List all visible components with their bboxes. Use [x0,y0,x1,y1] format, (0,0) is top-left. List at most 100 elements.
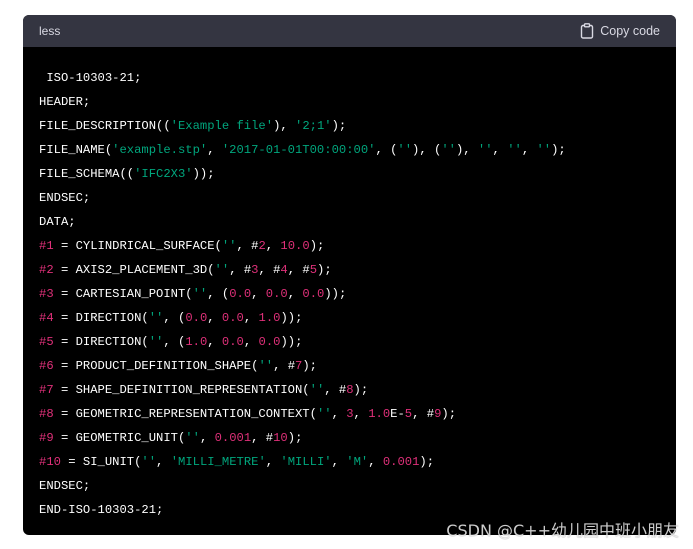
code-token: 0.0 [221,335,244,349]
code-token: '' [214,263,230,277]
code-token: = SI_UNIT( [60,455,142,469]
code-token: , # [258,263,281,277]
code-token: 0.001 [382,455,420,469]
code-token: #9 [39,431,54,445]
code-token: 1.0 [368,407,391,421]
code-token: 1.0 [185,335,208,349]
code-line: #5 = DIRECTION('', (1.0, 0.0, 0.0)); [39,330,660,354]
code-token: 0.0 [302,287,325,301]
code-token: = GEOMETRIC_UNIT( [53,431,186,445]
code-token: #2 [39,263,54,277]
code-token: , [251,287,266,301]
code-token: '' [397,143,413,157]
code-token: 10 [273,431,288,445]
code-token: #10 [39,455,61,469]
code-token: , [156,455,171,469]
code-line: #7 = SHAPE_DEFINITION_REPRESENTATION('',… [39,378,660,402]
code-token: 0.0 [229,287,252,301]
code-language-label: less [39,24,61,38]
code-token: '' [477,143,493,157]
code-token: ); [317,263,332,277]
code-token: '' [441,143,456,157]
code-token: 2 [258,239,266,253]
code-token: , [199,431,215,445]
code-line: #1 = CYLINDRICAL_SURFACE('', #2, 10.0); [39,234,660,258]
code-token: 0.0 [265,287,288,301]
code-token: '' [316,407,332,421]
code-token: ISO-10303-21; [39,71,142,85]
code-token: '' [507,143,522,157]
code-token: FILE_DESCRIPTION(( [39,119,171,133]
code-token: )); [324,287,347,301]
code-line: #9 = GEOMETRIC_UNIT('', 0.001, #10); [39,426,660,450]
code-token: ); [353,383,369,397]
code-token: #5 [39,335,54,349]
code-token: '' [536,143,552,157]
code-line: #8 = GEOMETRIC_REPRESENTATION_CONTEXT(''… [39,402,660,426]
code-token: ); [441,407,457,421]
code-token: 0.0 [221,311,244,325]
code-token: , ( [163,335,186,349]
code-token: END-ISO-10303-21; [39,503,164,517]
code-token: 'M' [346,455,369,469]
code-block-header: less Copy code [23,15,676,47]
copy-code-button[interactable]: Copy code [580,23,660,39]
code-token: ); [419,455,435,469]
code-token: , [331,455,347,469]
code-token: 5 [309,263,318,277]
code-content: ISO-10303-21; HEADER; FILE_DESCRIPTION(('E… [23,47,676,522]
code-token: , [243,311,259,325]
code-token: , [265,455,281,469]
code-token: E- [390,407,405,421]
code-token: ); [331,119,347,133]
code-token: 'Example file' [170,119,274,133]
code-token: '' [148,311,164,325]
code-token: FILE_SCHEMA(( [39,167,135,181]
code-token: , # [287,263,310,277]
code-token: )); [280,335,303,349]
code-token: '' [309,383,325,397]
code-token: #8 [39,407,54,421]
code-token: HEADER; [39,95,91,109]
code-token: , [331,407,347,421]
code-line: #3 = CARTESIAN_POINT('', (0.0, 0.0, 0.0)… [39,282,660,306]
code-token: = DIRECTION( [53,311,149,325]
code-token: , [492,143,508,157]
code-token: , [521,143,537,157]
code-token: #7 [39,383,54,397]
code-token: '2;1' [295,119,332,133]
code-token: #4 [39,311,54,325]
code-token: '' [185,431,200,445]
code-token: , # [412,407,435,421]
code-token: , [265,239,281,253]
code-token: '' [141,455,157,469]
code-token: 0.0 [258,335,281,349]
code-token: = GEOMETRIC_REPRESENTATION_CONTEXT( [53,407,317,421]
code-token: , ( [375,143,398,157]
code-token: 4 [280,263,288,277]
code-line: FILE_SCHEMA(('IFC2X3')); [39,162,660,186]
code-token: = DIRECTION( [53,335,149,349]
code-token: 'example.stp' [112,143,208,157]
code-token: ); [551,143,566,157]
code-token: 10.0 [280,239,310,253]
copy-code-label: Copy code [600,24,660,38]
code-token: 0.001 [214,431,252,445]
code-token: 'MILLI' [280,455,332,469]
code-token: 'IFC2X3' [134,167,193,181]
code-token: , # [229,263,252,277]
code-token: #6 [39,359,54,373]
code-token: ENDSEC; [39,191,91,205]
code-line: #10 = SI_UNIT('', 'MILLI_METRE', 'MILLI'… [39,450,660,474]
code-token: 5 [404,407,413,421]
code-token: 0.0 [185,311,208,325]
code-token: , [287,287,303,301]
code-token: = PRODUCT_DEFINITION_SHAPE( [53,359,259,373]
code-line: FILE_NAME('example.stp', '2017-01-01T00:… [39,138,660,162]
code-token: ); [309,239,325,253]
code-token: , [207,335,222,349]
code-token: ), [273,119,296,133]
code-token: , [207,311,222,325]
code-line: HEADER; [39,90,660,114]
code-token: , ( [163,311,186,325]
